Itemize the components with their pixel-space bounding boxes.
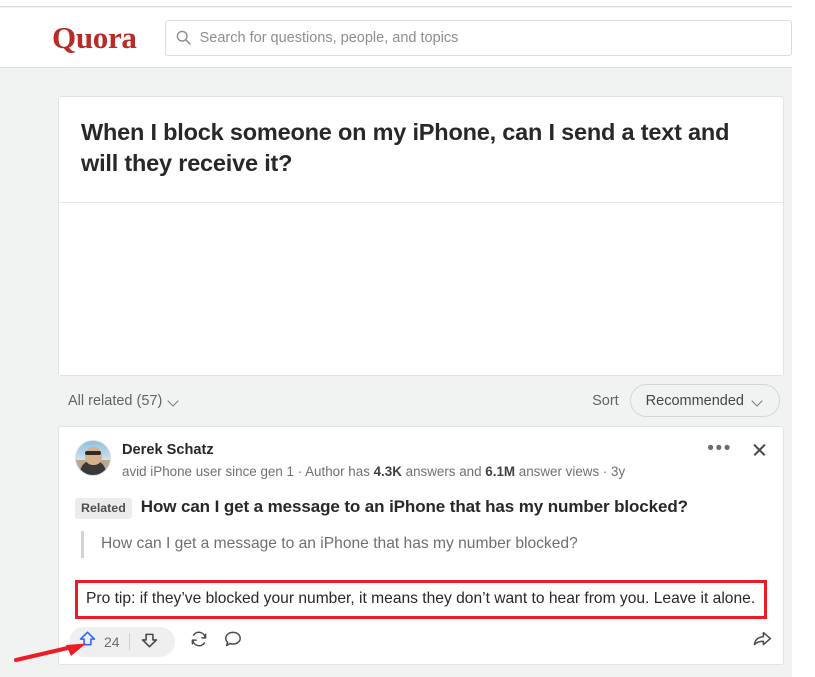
related-badge: Related — [75, 498, 132, 520]
search-input[interactable]: Search for questions, people, and topics — [164, 19, 792, 56]
comment-bubble-icon — [223, 629, 243, 654]
avatar[interactable] — [75, 439, 111, 476]
answer-header-actions: ••• — [707, 439, 767, 458]
author-meta: Derek Schatz avid iPhone user since gen … — [122, 440, 707, 483]
browser-top-strip — [0, 0, 792, 7]
repost-button[interactable] — [189, 629, 209, 654]
author-credential: avid iPhone user since gen 1 · Author ha… — [122, 462, 707, 482]
all-related-label: All related (57) — [68, 392, 163, 409]
all-related-filter[interactable]: All related (57) — [68, 393, 180, 409]
close-icon[interactable] — [752, 442, 767, 457]
answer-header: Derek Schatz avid iPhone user since gen … — [75, 439, 767, 483]
related-question-row: Related How can I get a message to an iP… — [75, 497, 767, 520]
repost-icon — [189, 629, 209, 654]
answers-filter-bar: All related (57) Sort Recommended — [58, 376, 784, 426]
views-count: 6.1M — [485, 464, 516, 480]
annotation-arrow — [14, 643, 86, 662]
answer-actions-left: 24 — [69, 626, 243, 657]
author-name[interactable]: Derek Schatz — [122, 441, 707, 461]
page-title: When I block someone on my iPhone, can I… — [81, 119, 730, 177]
downvote-arrow-icon — [140, 630, 159, 654]
question-body-area — [59, 202, 783, 375]
answer-card: Derek Schatz avid iPhone user since gen … — [58, 425, 784, 666]
credential-suffix: answer views · 3y — [515, 464, 626, 480]
avatar-sunglasses — [85, 450, 101, 455]
answers-count: 4.3K — [373, 464, 402, 480]
quora-question-page: Quora Search for questions, people, and … — [0, 0, 815, 677]
chevron-down-icon — [169, 397, 180, 404]
quora-logo[interactable]: Quora — [52, 22, 137, 53]
sort-selected-value: Recommended — [645, 392, 744, 409]
answer-body-highlighted: Pro tip: if they’ve blocked your number,… — [75, 579, 767, 620]
related-question-title[interactable]: How can I get a message to an iPhone tha… — [141, 497, 688, 517]
chevron-down-icon — [753, 397, 764, 404]
share-button[interactable] — [751, 628, 773, 655]
upvote-count: 24 — [104, 633, 120, 650]
sort-control: Sort Recommended — [592, 384, 780, 417]
search-placeholder-text: Search for questions, people, and topics — [199, 29, 459, 46]
share-arrow-icon — [751, 628, 773, 655]
comment-button[interactable] — [223, 629, 243, 654]
more-options-icon[interactable]: ••• — [707, 439, 732, 458]
answer-action-bar: 24 — [69, 619, 773, 664]
main-content: When I block someone on my iPhone, can I… — [58, 96, 784, 666]
site-header: Quora Search for questions, people, and … — [0, 8, 792, 68]
credential-prefix: avid iPhone user since gen 1 · Author ha… — [122, 464, 374, 480]
quoted-question: How can I get a message to an iPhone tha… — [81, 531, 767, 558]
sort-dropdown[interactable]: Recommended — [629, 384, 780, 417]
downvote-button[interactable] — [130, 630, 168, 654]
question-card: When I block someone on my iPhone, can I… — [58, 96, 784, 376]
avatar-head — [84, 447, 102, 466]
sort-label: Sort — [592, 392, 619, 409]
credential-middle: answers and — [401, 464, 486, 480]
search-icon — [176, 30, 191, 45]
page-right-gutter — [792, 0, 815, 677]
